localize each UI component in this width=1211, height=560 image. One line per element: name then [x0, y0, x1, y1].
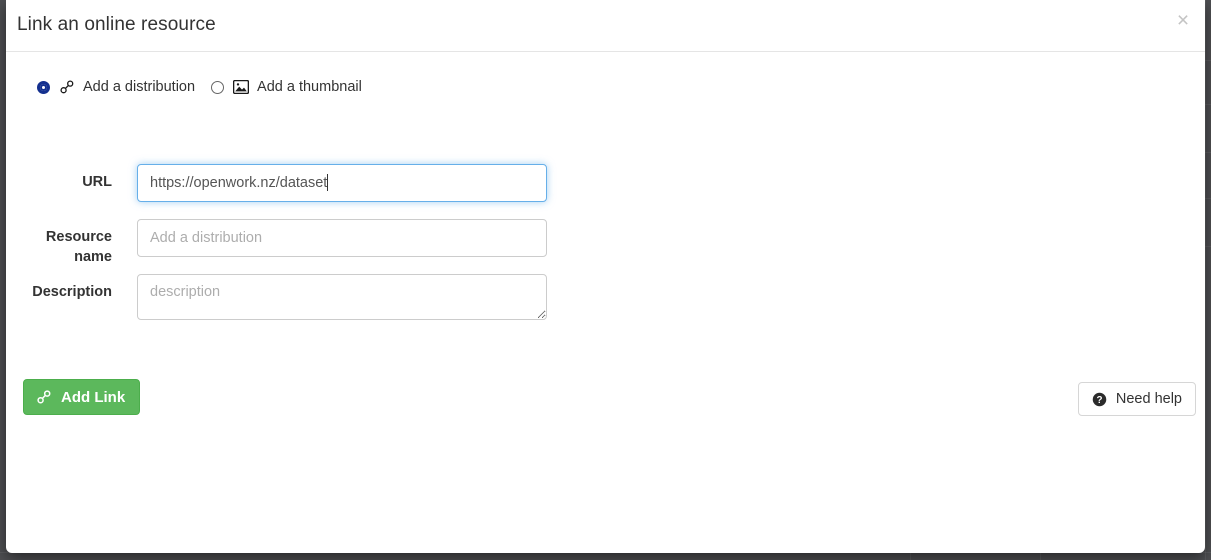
form-row-description: Description: [6, 274, 1205, 322]
modal-title: Link an online resource: [17, 14, 216, 35]
radio-option-label: Add a thumbnail: [257, 79, 362, 95]
question-circle-icon: ?: [1092, 392, 1107, 407]
backdrop-divider: [910, 552, 911, 560]
svg-text:?: ?: [1096, 395, 1102, 406]
add-link-button[interactable]: Add Link: [23, 379, 141, 415]
link-resource-modal: Link an online resource × Add a distribu…: [6, 0, 1205, 553]
resource-type-radio-group: Add a distribution Add a thumbnail: [37, 79, 362, 95]
need-help-button[interactable]: ? Need help: [1077, 382, 1196, 416]
close-icon[interactable]: ×: [1171, 9, 1195, 33]
backdrop-divider: [1040, 552, 1041, 560]
resource-name-input[interactable]: [137, 219, 547, 257]
image-icon: [233, 80, 250, 94]
need-help-button-label: Need help: [1115, 391, 1182, 407]
link-icon: [36, 389, 52, 405]
radio-unselected-indicator[interactable]: [211, 80, 225, 94]
radio-option-add-thumbnail[interactable]: Add a thumbnail: [211, 79, 362, 95]
description-label: Description: [32, 284, 112, 300]
radio-selected-indicator[interactable]: [37, 80, 50, 94]
add-link-button-label: Add Link: [61, 388, 126, 406]
url-input[interactable]: [137, 164, 547, 202]
backdrop-divider: [1205, 0, 1206, 560]
form-row-url: URL: [6, 164, 1205, 204]
link-resource-form: URL Resource name Description: [6, 164, 1205, 337]
description-textarea[interactable]: [137, 274, 547, 320]
modal-header: Link an online resource ×: [6, 0, 1205, 52]
radio-option-add-distribution[interactable]: Add a distribution: [37, 79, 195, 95]
resource-name-label: Resource name: [45, 229, 112, 265]
form-row-resource-name: Resource name: [6, 219, 1205, 265]
text-caret: [327, 174, 329, 191]
radio-option-label: Add a distribution: [83, 79, 196, 95]
link-icon: [59, 79, 75, 95]
modal-body: Add a distribution Add a thumbnail URL h…: [6, 52, 1205, 552]
url-label: URL: [82, 174, 112, 190]
